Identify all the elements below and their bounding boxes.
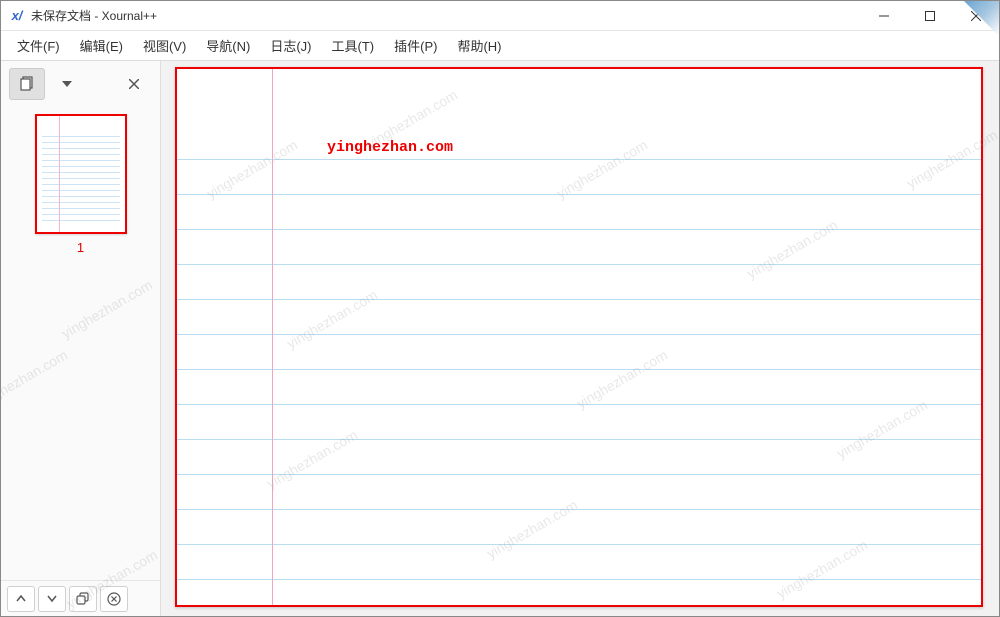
sidebar-toolbar — [1, 61, 160, 106]
thumbnail-list: 1 — [1, 106, 160, 580]
duplicate-button[interactable] — [69, 586, 97, 612]
thumbnail-view-button[interactable] — [9, 68, 45, 100]
move-up-button[interactable] — [7, 586, 35, 612]
page-thumbnail-1[interactable] — [35, 114, 127, 234]
dropdown-button[interactable] — [49, 68, 85, 100]
close-icon — [129, 79, 139, 89]
chevron-up-icon — [16, 595, 26, 602]
page-number-label: 1 — [77, 240, 84, 255]
sidebar: 1 — [1, 61, 161, 616]
app-icon: x/ — [9, 8, 25, 24]
canvas-watermark: yinghezhan.com — [327, 139, 453, 156]
chevron-down-icon — [62, 81, 72, 87]
canvas-area[interactable]: yinghezhan.com — [161, 61, 999, 616]
sidebar-close-button[interactable] — [116, 68, 152, 100]
menu-view[interactable]: 视图(V) — [133, 32, 196, 59]
thumbnail-item: 1 — [1, 114, 160, 255]
remove-circle-icon — [107, 592, 121, 606]
menu-edit[interactable]: 编辑(E) — [70, 32, 133, 59]
menu-help[interactable]: 帮助(H) — [447, 32, 511, 59]
menu-navigate[interactable]: 导航(N) — [196, 32, 260, 59]
window-title: 未保存文档 - Xournal++ — [31, 7, 157, 24]
menu-plugins[interactable]: 插件(P) — [384, 32, 447, 59]
menu-journal[interactable]: 日志(J) — [260, 32, 321, 59]
maximize-button[interactable] — [907, 1, 953, 30]
menu-bar: 文件(F) 编辑(E) 视图(V) 导航(N) 日志(J) 工具(T) 插件(P… — [1, 31, 999, 61]
margin-line — [272, 69, 273, 605]
ruled-lines — [177, 159, 981, 605]
workspace: 1 — [1, 61, 999, 616]
minimize-button[interactable] — [861, 1, 907, 30]
menu-tools[interactable]: 工具(T) — [322, 32, 385, 59]
title-bar: x/ 未保存文档 - Xournal++ — [1, 1, 999, 31]
chevron-down-icon — [47, 595, 57, 602]
sidebar-footer — [1, 580, 160, 616]
menu-file[interactable]: 文件(F) — [7, 32, 70, 59]
pages-icon — [19, 76, 35, 92]
page-canvas[interactable]: yinghezhan.com — [175, 67, 983, 607]
copy-icon — [76, 592, 90, 606]
move-down-button[interactable] — [38, 586, 66, 612]
delete-button[interactable] — [100, 586, 128, 612]
